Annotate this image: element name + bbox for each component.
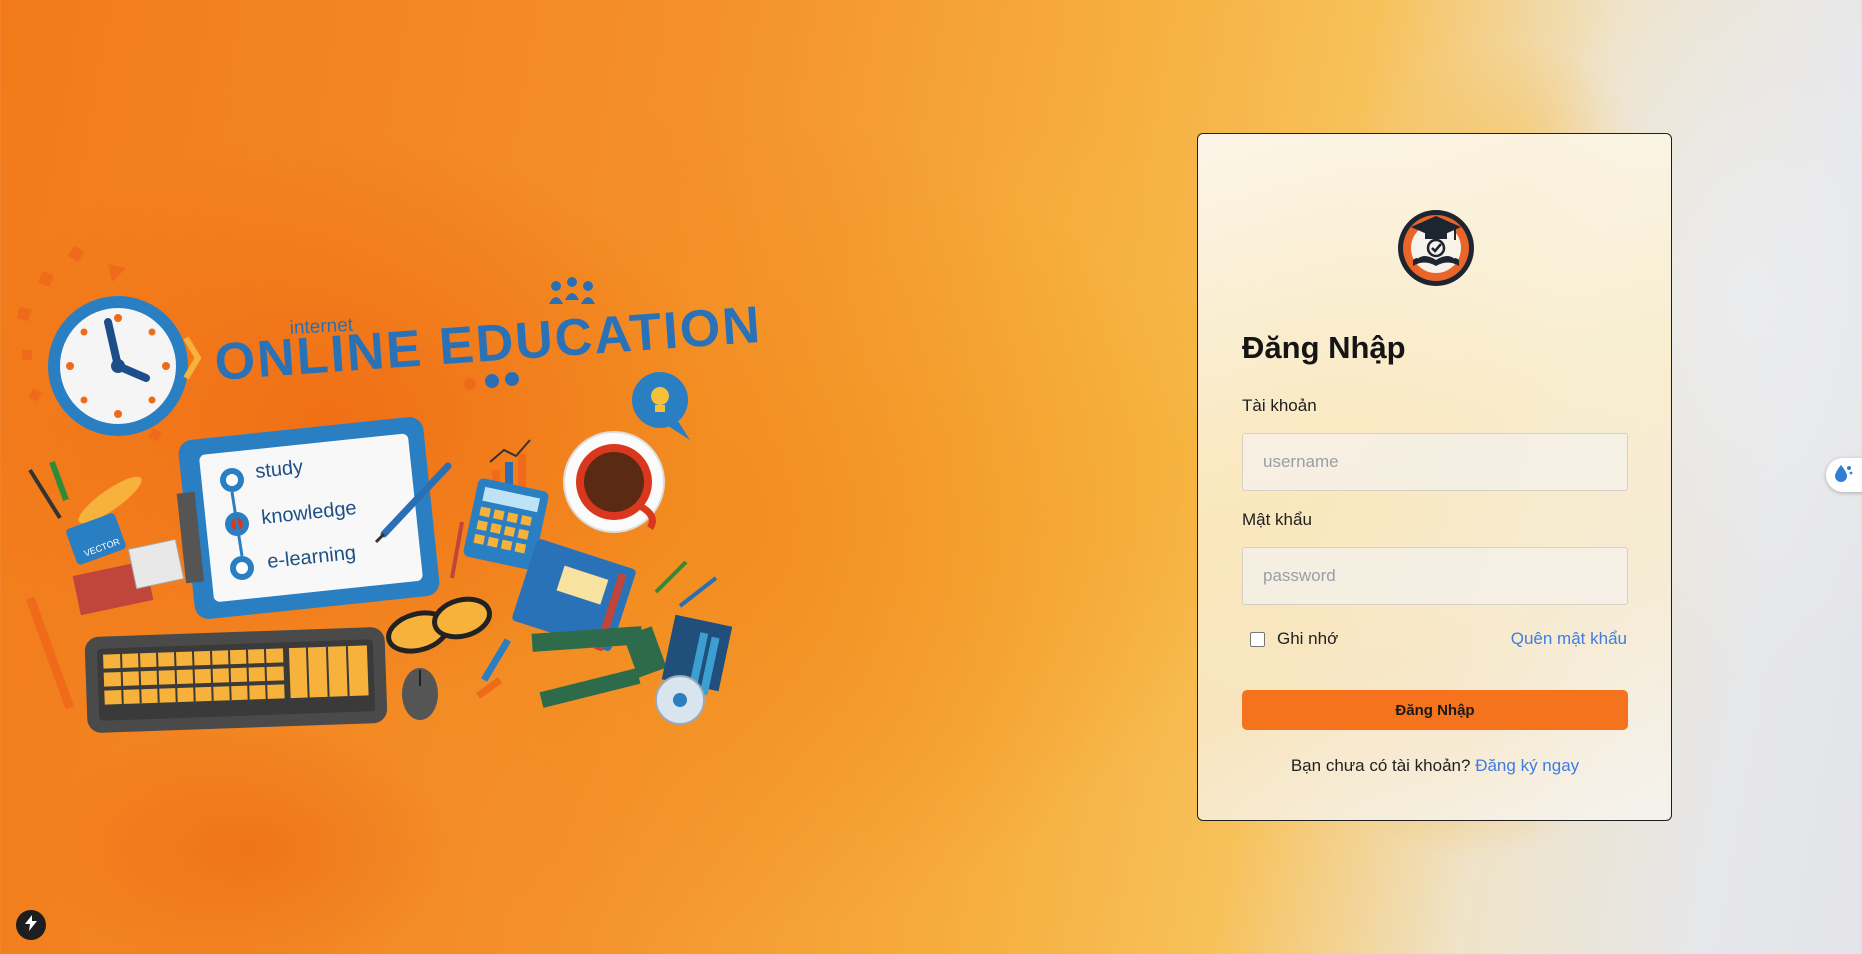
signup-row: Bạn chưa có tài khoản? Đăng ký ngay	[1242, 756, 1628, 776]
password-label: Mật khẩu	[1242, 510, 1312, 529]
login-button[interactable]: Đăng Nhập	[1242, 690, 1628, 730]
login-card: Đăng Nhập Tài khoản Mật khẩu Ghi nhớ Quê…	[1197, 133, 1672, 821]
clipboard-icon: study knowledge e-learning	[176, 417, 452, 619]
side-widget-tab[interactable]	[1826, 458, 1862, 492]
people-icon	[549, 277, 595, 304]
signup-link[interactable]: Đăng ký ngay	[1475, 756, 1579, 775]
lightning-bolt-button[interactable]	[16, 910, 46, 940]
login-page: { "banner": { "small_text": "internet", …	[0, 0, 1862, 954]
lightning-bolt-icon	[24, 915, 38, 935]
lightbulb-icon	[632, 372, 690, 440]
keyboard-icon	[84, 627, 438, 733]
online-education-illustration: internet ONLINE EDUCATION study knowledg…	[0, 200, 760, 760]
username-input[interactable]	[1242, 433, 1628, 491]
username-label: Tài khoản	[1242, 396, 1317, 415]
water-drop-icon	[1832, 462, 1854, 488]
login-title: Đăng Nhập	[1242, 330, 1406, 365]
signup-prompt: Bạn chưa có tài khoản?	[1290, 756, 1471, 775]
coffee-cup-icon	[563, 431, 665, 533]
remember-me: Ghi nhớ	[1242, 629, 1338, 649]
clock-icon	[16, 245, 202, 442]
glasses-icon	[386, 596, 492, 654]
remember-label[interactable]: Ghi nhớ	[1277, 629, 1338, 649]
password-input[interactable]	[1242, 547, 1628, 605]
graduation-cap-book-icon	[1395, 206, 1477, 288]
forgot-password-link[interactable]: Quên mật khẩu	[1511, 629, 1627, 649]
remember-checkbox[interactable]	[1250, 631, 1265, 647]
